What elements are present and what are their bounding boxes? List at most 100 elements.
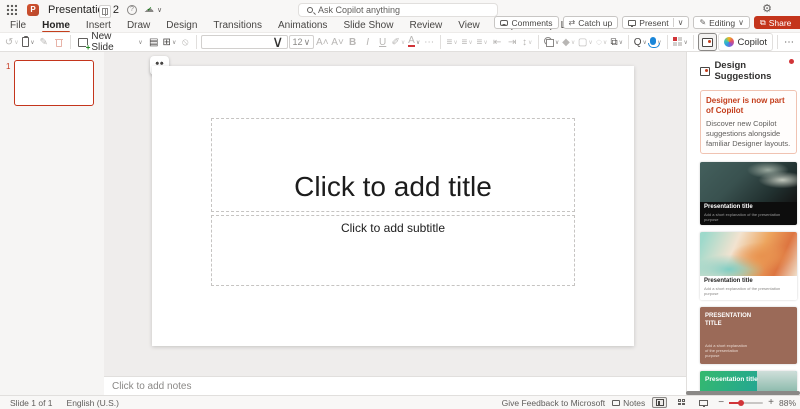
notes-placeholder-text: Click to add notes xyxy=(112,381,192,392)
search-input[interactable]: Ask Copilot anything xyxy=(298,3,498,17)
bullet-list-button[interactable]: ≡∨ xyxy=(445,34,459,50)
present-dropdown-chevron-icon[interactable]: ∨ xyxy=(678,18,684,27)
tab-home[interactable]: Home xyxy=(34,19,78,32)
catch-up-button[interactable]: ⇄ Catch up xyxy=(563,16,619,29)
subtitle-placeholder[interactable]: Click to add subtitle xyxy=(211,215,575,286)
tab-transitions[interactable]: Transitions xyxy=(205,19,270,32)
title-placeholder[interactable]: Click to add title xyxy=(211,118,575,212)
numbered-list-button[interactable]: ≡∨ xyxy=(460,34,474,50)
text-spacing-button[interactable]: ↕∨ xyxy=(520,34,534,50)
font-size-select[interactable]: 12∨ xyxy=(289,35,315,49)
notes-toggle-button[interactable]: Notes xyxy=(612,398,645,408)
editing-mode-button[interactable]: ✎ Editing ∨ xyxy=(693,16,750,29)
app-launcher-icon[interactable] xyxy=(6,4,17,15)
design-suggestion-3[interactable]: PRESENTATION TITLE Add a short explanati… xyxy=(700,307,797,364)
design-suggestions-panel: Design Suggestions Designer is now part … xyxy=(686,52,800,395)
outdent-button[interactable]: ⇤ xyxy=(490,34,504,50)
font-color-icon: A xyxy=(408,37,415,47)
new-slide-button[interactable]: New Slide ∨ xyxy=(75,34,146,50)
design-panel-header: Design Suggestions xyxy=(687,52,800,88)
product-badge-icon[interactable]: ? xyxy=(127,5,137,15)
powerpoint-web-app: P Presentation 2 ? ☁✓ ∨ Ask Copilot anyt… xyxy=(0,0,800,409)
shape-fill-button[interactable]: ◆∨ xyxy=(561,34,576,50)
present-button[interactable]: Present ∨ xyxy=(622,16,689,29)
tab-file[interactable]: File xyxy=(2,19,34,32)
delete-button[interactable] xyxy=(52,34,66,50)
format-painter-button[interactable]: ✎ xyxy=(37,34,51,50)
feedback-link[interactable]: Give Feedback to Microsoft xyxy=(502,398,605,408)
tab-slide-show[interactable]: Slide Show xyxy=(335,19,401,32)
designer-icon xyxy=(702,38,713,47)
designer-panel-icon xyxy=(700,67,710,76)
settings-gear-icon[interactable]: ⚙ xyxy=(762,2,772,15)
collapse-thumbnail-pane-button[interactable] xyxy=(99,5,111,18)
comment-icon xyxy=(500,20,508,26)
slide-1-thumbnail[interactable] xyxy=(14,60,94,106)
slide-sorter-view-button[interactable] xyxy=(674,397,689,408)
search-icon xyxy=(307,7,313,13)
paste-button[interactable]: ∨ xyxy=(21,34,36,50)
design-suggestion-1[interactable]: Presentation title Add a short explanati… xyxy=(700,162,797,225)
align-button[interactable]: ≡∨ xyxy=(475,34,489,50)
shrink-font-button[interactable]: A˅ xyxy=(330,34,344,50)
zoom-out-button[interactable]: − xyxy=(718,397,724,408)
comments-button[interactable]: Comments xyxy=(494,16,558,29)
more-font-options-button[interactable]: ⋯ xyxy=(422,34,436,50)
addins-button[interactable]: ∨ xyxy=(672,34,689,50)
subtitle-placeholder-text: Click to add subtitle xyxy=(341,216,445,235)
zoom-controls: − + 88% xyxy=(718,397,796,408)
slideshow-icon xyxy=(699,400,708,406)
undo-button[interactable]: ↺∨ xyxy=(4,34,20,50)
hide-slide-button[interactable]: ⦸ xyxy=(178,34,192,50)
zoom-in-button[interactable]: + xyxy=(768,397,774,408)
more-commands-button[interactable]: ⋯ xyxy=(782,34,796,50)
underline-button[interactable]: U xyxy=(376,34,390,50)
suggestion-2-image xyxy=(700,232,797,276)
dictate-button[interactable]: ∨ xyxy=(649,34,663,50)
copilot-notice-card: Designer is now part of Copilot Discover… xyxy=(700,90,797,154)
zoom-slider[interactable] xyxy=(729,402,763,404)
grow-font-button[interactable]: A˄ xyxy=(315,34,329,50)
tab-design[interactable]: Design xyxy=(158,19,205,32)
toolbar-divider xyxy=(667,35,668,49)
highlight-color-button[interactable]: ✐∨ xyxy=(391,34,407,50)
tab-animations[interactable]: Animations xyxy=(270,19,335,32)
shape-effects-button[interactable]: ◌∨ xyxy=(595,34,609,50)
indent-button[interactable]: ⇥ xyxy=(505,34,519,50)
designer-button[interactable] xyxy=(698,33,718,51)
notice-body: Discover new Copilot suggestions alongsi… xyxy=(706,119,791,148)
layout-button[interactable]: ▤ xyxy=(147,34,161,50)
zoom-slider-thumb[interactable] xyxy=(738,400,744,406)
save-status-chevron-icon[interactable]: ∨ xyxy=(157,6,162,14)
addins-icon xyxy=(673,37,683,47)
powerpoint-logo[interactable]: P xyxy=(27,4,39,16)
find-button[interactable]: Q∨ xyxy=(633,34,648,50)
status-bar: Slide 1 of 1 English (U.S.) Give Feedbac… xyxy=(0,395,800,409)
bold-button[interactable]: B xyxy=(346,34,360,50)
zoom-percent-label[interactable]: 88% xyxy=(779,398,796,408)
design-suggestion-2[interactable]: Presentation title Add a short explanati… xyxy=(700,232,797,299)
language-label[interactable]: English (U.S.) xyxy=(67,398,119,408)
arrange-button[interactable]: ⧉∨ xyxy=(610,34,624,50)
shapes-button[interactable]: ∨ xyxy=(543,34,560,50)
editing-dropdown-chevron-icon: ∨ xyxy=(738,18,744,27)
toolbar-divider xyxy=(693,35,694,49)
normal-view-button[interactable] xyxy=(652,397,667,408)
shape-outline-button[interactable]: ▢∨ xyxy=(577,34,594,50)
italic-button[interactable]: I xyxy=(361,34,375,50)
slide-canvas[interactable]: Click to add title Click to add subtitle xyxy=(152,66,634,346)
share-button[interactable]: ⧉ Share xyxy=(754,16,800,29)
font-chevron-icon: ∨ xyxy=(272,32,284,52)
tab-view[interactable]: View xyxy=(450,19,488,32)
autosave-status-icon[interactable]: ☁✓ xyxy=(144,5,154,15)
notes-bar[interactable]: Click to add notes xyxy=(104,376,686,395)
font-color-button[interactable]: A∨ xyxy=(407,34,421,50)
table-button[interactable]: ⊞∨ xyxy=(162,34,178,50)
grid-view-icon xyxy=(678,399,686,406)
tab-review[interactable]: Review xyxy=(401,19,450,32)
font-name-select[interactable]: ∨ xyxy=(201,35,287,49)
header-actions: Comments ⇄ Catch up Present ∨ ✎ Editing … xyxy=(494,15,800,30)
copilot-button[interactable]: Copilot xyxy=(718,33,773,51)
slideshow-view-button[interactable] xyxy=(696,397,711,408)
slide-number-label: 1 xyxy=(6,62,10,71)
